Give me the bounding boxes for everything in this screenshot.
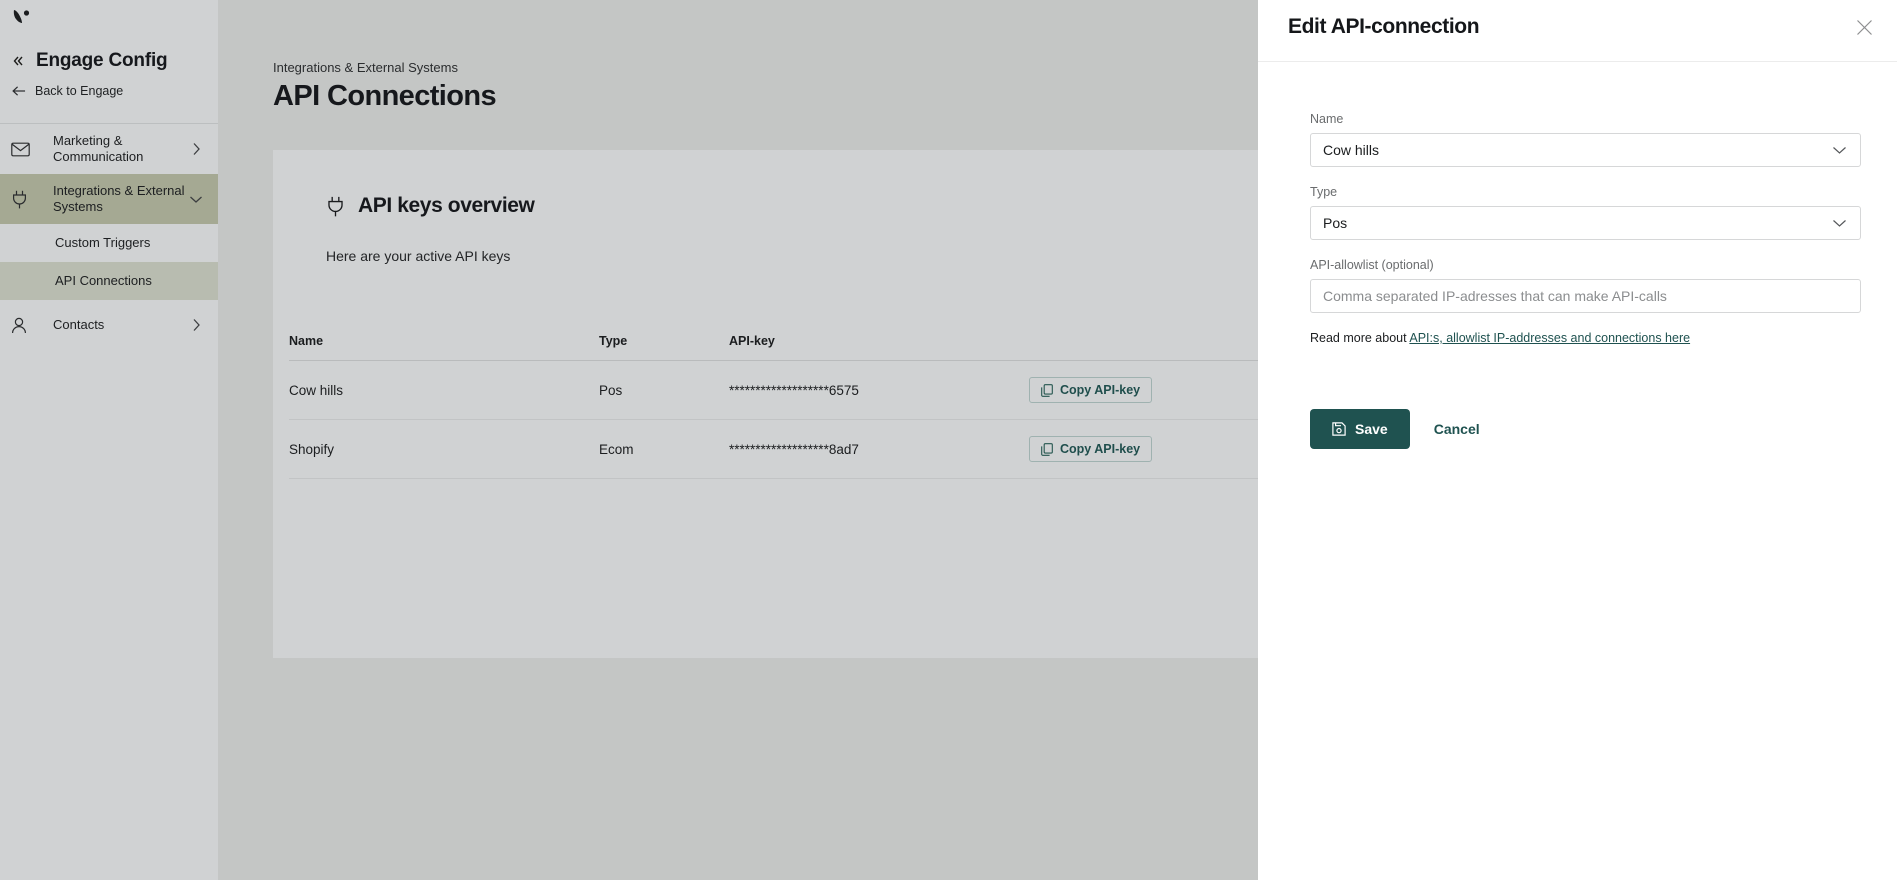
chevron-right-icon[interactable] [188,142,204,156]
drawer-title: Edit API-connection [1288,15,1479,39]
cell-api-key: *******************8ad7 [729,420,1029,479]
chevron-down-icon[interactable] [188,195,204,204]
logo-wrap [0,0,218,40]
sidebar-item-integrations-external-systems[interactable]: Integrations & External Systems [0,174,218,224]
arrow-left-icon [12,84,26,98]
sidebar-item-label: Integrations & External Systems [39,183,188,216]
cell-name: Cow hills [289,361,599,420]
cell-type: Ecom [599,420,729,479]
type-field-group: Type Pos [1310,185,1861,240]
column-header-type: Type [599,334,729,361]
name-select[interactable]: Cow hills [1310,133,1861,167]
copy-api-key-label: Copy API-key [1060,383,1140,397]
sidebar-item-label: Contacts [39,317,188,333]
chevron-double-left-icon[interactable] [10,53,26,69]
drawer-body: Name Cow hills Type Pos [1258,62,1897,449]
close-icon[interactable] [1851,14,1877,40]
type-select-value: Pos [1323,215,1347,231]
envelope-icon [11,142,39,157]
sidebar-item-label: API Connections [55,273,204,289]
read-more-link[interactable]: API:s, allowlist IP-addresses and connec… [1409,331,1690,345]
type-select[interactable]: Pos [1310,206,1861,240]
save-button-label: Save [1355,421,1388,437]
cell-api-key: *******************6575 [729,361,1029,420]
copy-api-key-button[interactable]: Copy API-key [1029,436,1152,462]
back-to-engage-link[interactable]: Back to Engage [0,72,218,98]
sidebar-item-contacts[interactable]: Contacts [0,300,218,350]
app-root: Engage Config Back to Engage M [0,0,1897,880]
brand-row[interactable]: Engage Config [0,40,218,72]
chevron-down-icon [1832,219,1847,228]
name-field-group: Name Cow hills [1310,112,1861,167]
drawer-actions: Save Cancel [1310,409,1861,449]
vainu-logo-icon [11,8,33,33]
person-icon [11,317,39,334]
read-more-text: Read more about API:s, allowlist IP-addr… [1310,331,1861,345]
plug-icon [11,190,39,209]
column-header-name: Name [289,334,599,361]
sidebar-item-label: Marketing & Communication [39,133,188,166]
cell-name: Shopify [289,420,599,479]
copy-api-key-label: Copy API-key [1060,442,1140,456]
allowlist-input[interactable] [1323,288,1848,304]
brand-title: Engage Config [36,50,167,72]
sidebar-item-label: Custom Triggers [55,235,204,251]
copy-api-key-button[interactable]: Copy API-key [1029,377,1152,403]
sidebar-item-marketing-communication[interactable]: Marketing & Communication [0,124,218,174]
sidebar-nav: Marketing & Communication Integr [0,124,218,350]
plug-icon [326,196,345,217]
cell-type: Pos [599,361,729,420]
card-title: API keys overview [358,194,534,218]
type-field-label: Type [1310,185,1861,199]
sidebar-item-api-connections[interactable]: API Connections [0,262,218,300]
breadcrumb: Integrations & External Systems [273,60,458,75]
column-header-api-key: API-key [729,334,1029,361]
edit-api-connection-drawer: Edit API-connection Name Cow hills [1258,0,1897,880]
back-to-engage-label: Back to Engage [35,84,123,98]
sidebar: Engage Config Back to Engage M [0,0,218,880]
cancel-button[interactable]: Cancel [1424,409,1490,449]
name-select-value: Cow hills [1323,142,1379,158]
allowlist-field-group: API-allowlist (optional) [1310,258,1861,313]
save-button[interactable]: Save [1310,409,1410,449]
drawer-header: Edit API-connection [1258,0,1897,62]
name-field-label: Name [1310,112,1861,126]
chevron-down-icon [1832,146,1847,155]
read-more-prefix: Read more about [1310,331,1409,345]
allowlist-input-wrap[interactable] [1310,279,1861,313]
allowlist-field-label: API-allowlist (optional) [1310,258,1861,272]
page-title: API Connections [273,80,496,113]
sidebar-item-custom-triggers[interactable]: Custom Triggers [0,224,218,262]
copy-icon [1041,384,1053,397]
copy-icon [1041,443,1053,456]
save-disk-icon [1332,422,1346,436]
chevron-right-icon[interactable] [188,318,204,332]
